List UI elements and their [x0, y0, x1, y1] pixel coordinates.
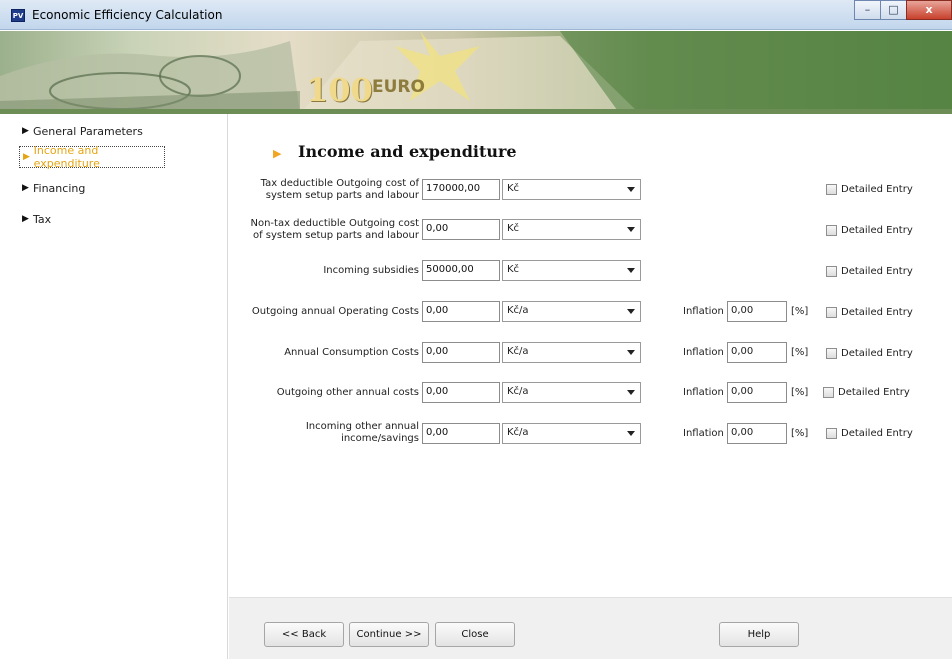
annual-operating-costs-unit-select[interactable]: Kč/a [502, 301, 641, 322]
other-annual-costs-unit-select[interactable]: Kč/a [502, 382, 641, 403]
chevron-down-icon [627, 187, 635, 192]
nav-arrow-icon: ▶ [22, 214, 29, 224]
nav-item-label: Tax [33, 212, 52, 226]
section-arrow-icon: ▶ [273, 147, 282, 160]
detailed-entry-checkbox[interactable] [826, 428, 837, 439]
unit-value: Kč/a [507, 305, 529, 316]
inflation-label: Inflation [683, 387, 724, 398]
other-costs-inflation-input[interactable]: 0,00 [727, 382, 787, 403]
nav-item-financing[interactable]: ▶ Financing [19, 177, 165, 199]
unit-value: Kč [507, 223, 520, 234]
detailed-entry-checkbox[interactable] [826, 184, 837, 195]
detailed-entry-label: Detailed Entry [841, 428, 913, 439]
back-button[interactable]: << Back [264, 622, 344, 647]
footer-button-bar: << Back Continue >> Close Help [229, 597, 952, 659]
banner-artwork [0, 31, 952, 114]
inflation-label: Inflation [683, 428, 724, 439]
detailed-entry-checkbox[interactable] [826, 225, 837, 236]
percent-unit: [%] [791, 428, 809, 439]
other-annual-income-unit-select[interactable]: Kč/a [502, 423, 641, 444]
inflation-label: Inflation [683, 306, 724, 317]
detailed-entry-checkbox[interactable] [826, 266, 837, 277]
other-annual-income-input[interactable]: 0,00 [422, 423, 500, 444]
nav-arrow-icon: ▶ [23, 152, 30, 162]
maximize-button[interactable]: □ [880, 0, 907, 20]
non-tax-deductible-cost-input[interactable]: 0,00 [422, 219, 500, 240]
window-title: Economic Efficiency Calculation [32, 8, 223, 22]
banner-euro-text: EURO [372, 77, 425, 97]
row-label-annual-consumption-costs: Annual Consumption Costs [284, 347, 419, 358]
main-panel: ▶ Income and expenditure Tax deductible … [229, 114, 952, 659]
unit-value: Kč/a [507, 386, 529, 397]
unit-value: Kč/a [507, 427, 529, 438]
detailed-entry-label: Detailed Entry [841, 266, 913, 277]
other-income-inflation-input[interactable]: 0,00 [727, 423, 787, 444]
row-label-incoming-subsidies: Incoming subsidies [323, 265, 419, 276]
detailed-entry-label: Detailed Entry [841, 307, 913, 318]
chevron-down-icon [627, 431, 635, 436]
tax-deductible-unit-select[interactable]: Kč [502, 179, 641, 200]
annual-operating-costs-input[interactable]: 0,00 [422, 301, 500, 322]
incoming-subsidies-unit-select[interactable]: Kč [502, 260, 641, 281]
close-button[interactable]: Close [435, 622, 515, 647]
nav-item-label: General Parameters [33, 124, 143, 138]
annual-consumption-costs-unit-select[interactable]: Kč/a [502, 342, 641, 363]
nav-item-tax[interactable]: ▶ Tax [19, 208, 165, 230]
annual-consumption-costs-input[interactable]: 0,00 [422, 342, 500, 363]
detailed-entry-label: Detailed Entry [841, 225, 913, 236]
detailed-entry-label: Detailed Entry [841, 348, 913, 359]
nav-item-label: Financing [33, 181, 86, 195]
left-navigation: ▶ General Parameters ▶ Income and expend… [17, 114, 228, 659]
chevron-down-icon [627, 268, 635, 273]
row-label-annual-operating-costs: Outgoing annual Operating Costs [251, 306, 419, 317]
nav-item-general-parameters[interactable]: ▶ General Parameters [19, 120, 165, 142]
consumption-costs-inflation-input[interactable]: 0,00 [727, 342, 787, 363]
detailed-entry-label: Detailed Entry [838, 387, 910, 398]
section-title: Income and expenditure [298, 142, 517, 161]
banner-image: 100 EURO [0, 31, 952, 114]
non-tax-deductible-unit-select[interactable]: Kč [502, 219, 641, 240]
inflation-label: Inflation [683, 347, 724, 358]
percent-unit: [%] [791, 347, 809, 358]
unit-value: Kč [507, 264, 520, 275]
chevron-down-icon [627, 227, 635, 232]
help-button[interactable]: Help [719, 622, 799, 647]
other-annual-costs-input[interactable]: 0,00 [422, 382, 500, 403]
close-window-button[interactable]: x [906, 0, 952, 20]
continue-button[interactable]: Continue >> [349, 622, 429, 647]
nav-item-label: Income and expenditure [33, 144, 100, 170]
operating-costs-inflation-input[interactable]: 0,00 [727, 301, 787, 322]
chevron-down-icon [627, 390, 635, 395]
detailed-entry-checkbox[interactable] [826, 348, 837, 359]
detailed-entry-checkbox[interactable] [823, 387, 834, 398]
unit-value: Kč/a [507, 346, 529, 357]
tax-deductible-cost-input[interactable]: 170000,00 [422, 179, 500, 200]
detailed-entry-checkbox[interactable] [826, 307, 837, 318]
row-label-tax-deductible: Tax deductible Outgoing cost of system se… [260, 178, 419, 201]
window-title-bar: PV Economic Efficiency Calculation – □ x [0, 0, 952, 30]
unit-value: Kč [507, 183, 520, 194]
row-label-non-tax-deductible: Non-tax deductible Outgoing cost of syste… [250, 218, 419, 241]
incoming-subsidies-input[interactable]: 50000,00 [422, 260, 500, 281]
nav-arrow-icon: ▶ [22, 126, 29, 136]
nav-arrow-icon: ▶ [22, 183, 29, 193]
percent-unit: [%] [791, 306, 809, 317]
app-icon: PV [11, 9, 25, 22]
chevron-down-icon [627, 350, 635, 355]
percent-unit: [%] [791, 387, 809, 398]
banner-euro-amount: 100 [306, 71, 373, 109]
row-label-other-annual-income: Incoming other annual income/savings [305, 421, 419, 444]
minimize-button[interactable]: – [854, 0, 881, 20]
chevron-down-icon [627, 309, 635, 314]
detailed-entry-label: Detailed Entry [841, 184, 913, 195]
row-label-other-annual-costs: Outgoing other annual costs [276, 387, 419, 398]
nav-item-income-and-expenditure[interactable]: ▶ Income and expenditure [19, 144, 165, 170]
